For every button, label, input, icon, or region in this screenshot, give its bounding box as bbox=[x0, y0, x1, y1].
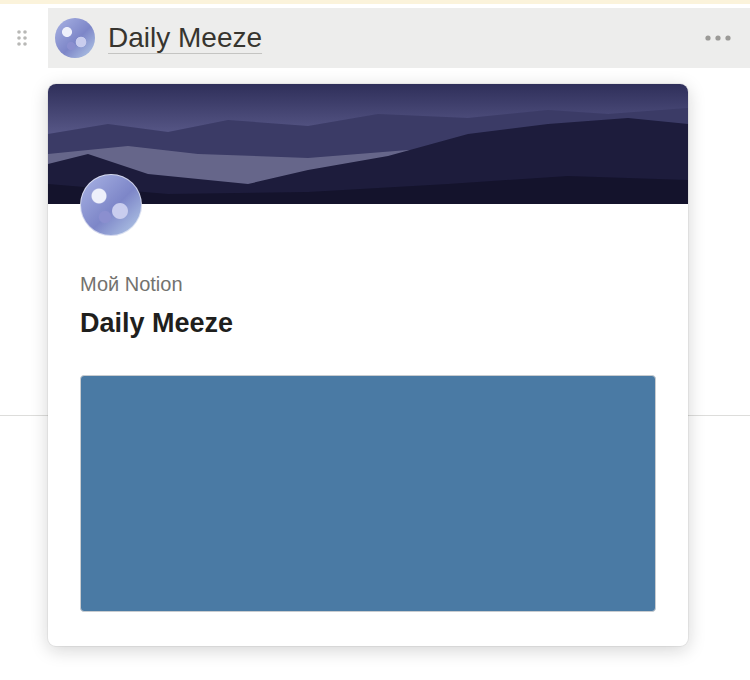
page-preview-card[interactable]: Мой Notion Daily Meeze bbox=[48, 84, 688, 646]
drag-handle-icon[interactable] bbox=[16, 28, 28, 48]
block-gutter bbox=[0, 8, 48, 68]
page-avatar-icon bbox=[55, 18, 95, 58]
card-avatar-icon bbox=[80, 174, 142, 236]
more-options-icon[interactable] bbox=[704, 34, 732, 42]
page-link-block[interactable]: Daily Meeze bbox=[0, 8, 750, 68]
page-title[interactable]: Daily Meeze bbox=[108, 20, 262, 56]
block-body[interactable]: Daily Meeze bbox=[48, 8, 750, 68]
page-preview bbox=[80, 375, 656, 612]
top-strip bbox=[0, 0, 750, 4]
cover-image bbox=[48, 84, 688, 204]
card-title: Daily Meeze bbox=[80, 306, 656, 340]
mountains-icon bbox=[48, 84, 688, 204]
workspace-name: Мой Notion bbox=[80, 272, 656, 296]
notion-page: Daily Meeze Мой Notion Daily Meeze bbox=[0, 0, 750, 680]
card-body: Мой Notion Daily Meeze bbox=[48, 174, 688, 646]
